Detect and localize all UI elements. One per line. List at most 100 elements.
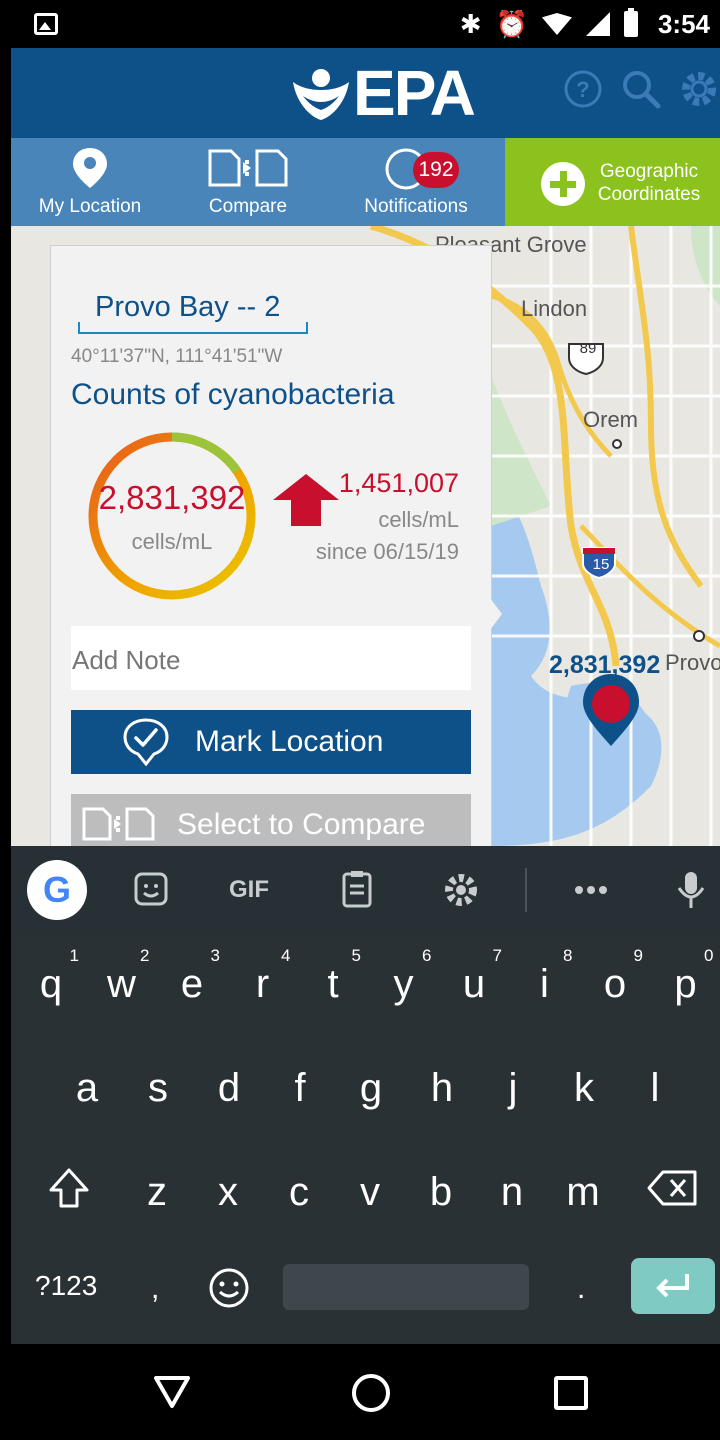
map-marker-pin-icon[interactable] [583,674,639,746]
key-f[interactable]: f [270,1046,330,1126]
key-letter: x [218,1170,238,1214]
app-header: EPA ? [11,48,720,138]
gear-icon[interactable] [678,68,720,110]
key-letter: z [147,1170,167,1214]
key-a[interactable]: a [57,1046,117,1126]
home-circle-icon[interactable] [352,1374,390,1412]
epa-logo: EPA [289,57,476,129]
backspace-key-icon[interactable] [647,1168,699,1208]
shift-key-icon[interactable] [47,1166,91,1210]
google-icon[interactable]: G [27,860,87,920]
image-notification-icon [34,13,58,35]
app-screen: ✱ ⏰ 3:54 EPA ? My Location Compare 192 N… [0,0,720,1440]
key-y[interactable]: y6 [374,942,434,1022]
tab-geographic-coordinates[interactable]: Geographic Coordinates [505,138,720,226]
key-letter: b [429,1170,453,1214]
key-o[interactable]: o9 [585,942,645,1022]
add-note-input[interactable] [71,626,471,690]
input-underline [78,322,308,334]
search-icon[interactable] [620,68,662,110]
soft-keyboard: G GIF q 1 w 2 e 3 r 4 t 5 y 6 u 7 i 8 o … [11,846,720,1344]
period-key[interactable]: . [577,1272,585,1306]
tab-bar: My Location Compare 192 Notifications Ge… [11,138,720,226]
plus-icon [541,162,585,206]
key-l[interactable]: l [625,1046,685,1126]
tab-notifications[interactable]: 192 Notifications [327,138,505,226]
signal-icon [585,12,610,36]
mark-location-button[interactable]: Mark Location [71,710,471,774]
key-v[interactable]: v [340,1150,400,1230]
geo-label-line2: Coordinates [597,184,701,205]
key-e[interactable]: e3 [162,942,222,1022]
enter-arrow-icon [656,1274,689,1298]
key-number-hint: 1 [69,946,79,965]
key-g[interactable]: g [341,1046,401,1126]
compare-icon [82,807,155,841]
key-letter: r [255,962,270,1006]
toolbar-separator [525,868,527,912]
key-z[interactable]: z [127,1150,187,1230]
count-unit: cells/mL [131,529,213,554]
key-letter: d [217,1066,241,1110]
key-letter: w [107,962,136,1006]
geographic-coordinates-label: Geographic Coordinates [589,160,709,206]
bluetooth-icon: ✱ [459,8,482,39]
key-h[interactable]: h [412,1046,472,1126]
key-p[interactable]: p0 [656,942,716,1022]
key-r[interactable]: r4 [233,942,293,1022]
counts-title: Counts of cyanobacteria [71,378,395,411]
key-number-hint: 8 [563,946,573,965]
clock: 3:54 [657,8,710,39]
clipboard-icon[interactable] [337,868,377,912]
keyboard-toolbar: G GIF [11,846,720,934]
status-icons: ✱ ⏰ 3:54 [460,0,710,48]
header-actions: ? [562,68,720,110]
key-u[interactable]: u7 [444,942,504,1022]
enter-key[interactable] [631,1258,715,1314]
compare-icon [208,149,288,187]
settings-gear-icon[interactable] [441,868,481,912]
key-j[interactable]: j [483,1046,543,1126]
back-triangle-icon[interactable] [152,1374,192,1410]
key-m[interactable]: m [553,1150,613,1230]
key-b[interactable]: b [411,1150,471,1230]
key-s[interactable]: s [128,1046,188,1126]
key-c[interactable]: c [269,1150,329,1230]
battery-icon [623,8,638,37]
key-letter: t [327,962,339,1006]
status-bar: ✱ ⏰ 3:54 [0,0,720,48]
route-89-label: 89 [579,340,597,357]
comma-key[interactable]: , [151,1272,159,1306]
tab-compare[interactable]: Compare [169,138,327,226]
key-number-hint: 3 [210,946,220,965]
select-to-compare-button[interactable]: Select to Compare [71,794,471,854]
key-q[interactable]: q1 [21,942,81,1022]
key-d[interactable]: d [199,1046,259,1126]
sticker-icon[interactable] [131,868,171,912]
gif-button[interactable]: GIF [229,876,269,920]
epa-wordmark: EPA [353,57,476,129]
space-key[interactable] [283,1264,529,1310]
recent-apps-icon[interactable] [554,1376,588,1410]
key-number-hint: 4 [281,946,291,965]
key-letter: y [393,962,414,1006]
tab-my-location[interactable]: My Location [11,138,169,226]
key-x[interactable]: x [198,1150,258,1230]
emoji-key-icon[interactable] [207,1266,251,1310]
check-pin-icon [123,718,169,766]
key-letter: e [180,962,204,1006]
more-options-icon[interactable] [571,868,611,912]
key-t[interactable]: t5 [303,942,363,1022]
key-w[interactable]: w2 [92,942,152,1022]
map-label-lindon: Lindon [521,296,588,321]
tab-notifications-label: Notifications [364,196,468,217]
key-n[interactable]: n [482,1150,542,1230]
help-icon[interactable]: ? [562,68,604,110]
key-k[interactable]: k [554,1046,614,1126]
microphone-icon[interactable] [673,868,709,912]
key-letter: p [674,962,697,1006]
key-i[interactable]: i8 [515,942,575,1022]
key-letter: k [574,1066,594,1110]
key-number-hint: 2 [140,946,150,965]
symbols-key[interactable]: ?123 [35,1270,97,1302]
